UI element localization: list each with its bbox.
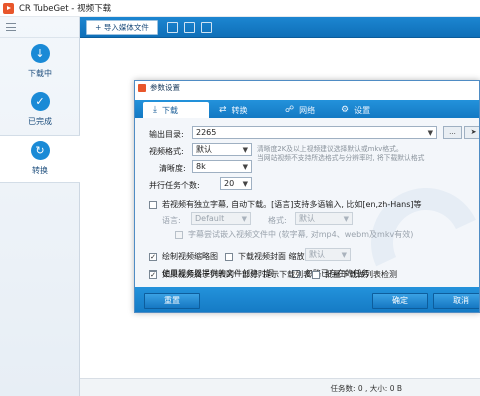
output-dir-input[interactable]: 2265 ▼	[192, 126, 437, 139]
sidebar-header	[0, 17, 79, 38]
sub-format-value: 默认	[299, 214, 315, 223]
app-logo-icon	[3, 2, 14, 14]
tab-convert[interactable]: ⇄ 转换	[209, 102, 275, 118]
parallel-tasks-value: 20	[224, 179, 235, 188]
tab-settings[interactable]: ⚙ 设置	[331, 102, 393, 118]
sidebar-item-completed[interactable]: ✓ 已完成	[0, 87, 80, 135]
toolbar: + 导入媒体文件	[80, 17, 480, 38]
format-hint-line2: 当网站视频不支持所选格式与分辨率时, 将下载默认格式	[257, 154, 425, 162]
chevron-down-icon: ▼	[341, 251, 347, 259]
chevron-down-icon: ▼	[242, 180, 248, 188]
subtitle-check-label: 若视频有独立字幕, 自动下载。[语言]支持多语输入, 比如[en,zh-Hans…	[162, 200, 422, 209]
subtitle-checkbox[interactable]	[149, 201, 157, 209]
import-media-button[interactable]: + 导入媒体文件	[86, 20, 158, 35]
cover-label: 下载视频封面 缩放:	[238, 252, 308, 261]
sidebar-item-convert[interactable]: ↻ 转换	[0, 135, 80, 183]
settings-dialog: 参数设置 ⤓ 下载 ⇄ 转换 ☍ 网络 ⚙ 设置 输出目录: 2265 ▼ ..…	[134, 80, 480, 313]
playlist-prompt-checkbox[interactable]: ✓	[149, 271, 157, 279]
resolution-value: 8k	[196, 162, 206, 171]
title-bar: CR TubeGet - 视频下载	[0, 0, 480, 17]
thumbnail-checkbox[interactable]: ✓	[149, 253, 157, 261]
cancel-label: 取消	[453, 296, 469, 305]
tab-label: 设置	[354, 105, 371, 115]
resolution-label: 清晰度:	[159, 164, 186, 173]
chevron-down-icon: ▼	[242, 146, 248, 154]
status-text: 任务数: 0 , 大小: 0 B	[330, 384, 402, 393]
thumbnail-label: 绘制视频缩略图	[162, 252, 218, 261]
globe-icon: ☍	[285, 104, 295, 115]
tab-label: 网络	[299, 105, 316, 115]
video-format-value: 默认	[196, 145, 212, 154]
chevron-down-icon: ▼	[242, 163, 248, 171]
chevron-down-icon: ▼	[241, 215, 247, 223]
convert-icon: ↻	[30, 141, 50, 160]
tab-network[interactable]: ☍ 网络	[275, 102, 337, 118]
open-folder-button[interactable]: ➤	[464, 126, 479, 139]
browse-button[interactable]: ...	[443, 126, 462, 139]
sidebar: ↓ 下载中 ✓ 已完成 ↻ 转换	[0, 17, 80, 396]
folder-icon: ➤	[470, 128, 477, 136]
sidebar-item-label: 下载中	[28, 69, 52, 78]
window-title: CR TubeGet - 视频下载	[19, 4, 112, 14]
video-format-label: 视频格式:	[149, 147, 184, 156]
tab-label: 转换	[231, 105, 248, 115]
chevron-down-icon: ▼	[427, 129, 433, 137]
ok-button[interactable]: 确定	[372, 293, 428, 309]
tab-download[interactable]: ⤓ 下载	[143, 102, 209, 118]
pause-icon[interactable]	[184, 22, 195, 33]
tab-label: 下载	[161, 105, 178, 115]
browse-label: ...	[449, 128, 456, 136]
batch-check-label: 批量下载做列表检测	[325, 270, 397, 279]
play-icon[interactable]	[167, 22, 178, 33]
cover-scale-select[interactable]: 默认 ▼	[305, 248, 351, 261]
check-icon: ✓	[30, 92, 50, 111]
download-settings-panel: 输出目录: 2265 ▼ ... ➤ 视频格式: 默认 ▼ 清晰度2K及以上视频…	[135, 118, 479, 312]
dialog-title: 参数设置	[150, 83, 180, 92]
dialog-title-bar: 参数设置	[135, 81, 479, 94]
batch-check-checkbox[interactable]	[312, 271, 320, 279]
sidebar-item-label: 转换	[32, 166, 48, 175]
reset-button[interactable]: 重置	[144, 293, 200, 309]
stop-icon[interactable]	[201, 22, 212, 33]
sub-format-select[interactable]: 默认 ▼	[295, 212, 353, 225]
output-dir-value: 2265	[196, 128, 217, 137]
language-select[interactable]: Default ▼	[191, 212, 251, 225]
cover-scale-value: 默认	[309, 250, 325, 259]
cancel-button[interactable]: 取消	[433, 293, 479, 309]
language-label: 语言:	[162, 216, 181, 225]
menu-icon[interactable]	[6, 23, 16, 31]
output-dir-label: 输出目录:	[149, 130, 184, 139]
reset-label: 重置	[164, 296, 180, 305]
download-icon: ↓	[30, 44, 50, 63]
sidebar-item-downloading[interactable]: ↓ 下载中	[0, 39, 80, 87]
parallel-tasks-label: 并行任务个数:	[149, 181, 200, 190]
playlist-prompt-label: 如果视频属于列表的一部分, 提示下载列表	[162, 270, 312, 279]
resolution-select[interactable]: 8k ▼	[192, 160, 252, 173]
convert-icon: ⇄	[219, 104, 227, 115]
gear-icon: ⚙	[341, 104, 350, 115]
sub-format-label: 格式:	[268, 216, 287, 225]
language-value: Default	[195, 214, 225, 223]
status-bar: 任务数: 0 , 大小: 0 B	[80, 378, 480, 396]
embed-subtitle-label: 字幕尝试嵌入视频文件中 (软字幕, 对mp4、webm及mkv有效)	[188, 230, 414, 239]
sidebar-item-label: 已完成	[28, 117, 52, 126]
download-icon: ⤓	[153, 104, 157, 115]
app-logo-icon	[138, 83, 146, 92]
parallel-tasks-select[interactable]: 20 ▼	[220, 177, 252, 190]
import-label: + 导入媒体文件	[95, 23, 149, 32]
chevron-down-icon: ▼	[343, 215, 349, 223]
cover-checkbox[interactable]	[225, 253, 233, 261]
embed-subtitle-checkbox[interactable]	[175, 231, 183, 239]
video-format-select[interactable]: 默认 ▼	[192, 143, 252, 156]
ok-label: 确定	[392, 296, 408, 305]
dialog-tab-bar: ⤓ 下载 ⇄ 转换 ☍ 网络 ⚙ 设置	[135, 100, 479, 118]
dialog-footer: 重置 确定 取消	[135, 287, 479, 312]
